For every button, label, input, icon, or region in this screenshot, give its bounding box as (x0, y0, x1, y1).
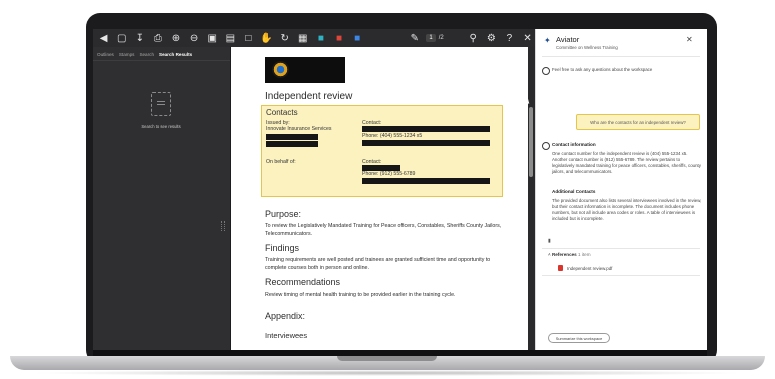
close-icon[interactable]: ✕ (520, 30, 535, 46)
scrollbar-track[interactable] (528, 47, 535, 350)
additional-contacts-title: Additional Contacts (552, 189, 596, 194)
references-label: References (551, 252, 577, 257)
logo-emblem-icon (272, 61, 289, 78)
pdf-toolbar: ◀ ▢ ↧ ⎙ ⊕ ⊖ ▣ ▤ □ ✋ ↻ ▦ ■ ■ ■ ✎ 1 /2 ⚲ ⚙… (93, 29, 535, 47)
tab-search[interactable]: Search (139, 52, 154, 57)
aviator-logo-icon: ✦ (544, 36, 551, 45)
download-icon[interactable]: ↧ (132, 30, 147, 46)
chevron-up-icon: ˄ (548, 252, 551, 257)
reference-item[interactable]: Independent review.pdf (558, 265, 612, 271)
interviewees-heading: Interviewees (265, 331, 308, 340)
document-heading: Independent review (265, 91, 353, 102)
user-question-text: Who are the contacts for an independent … (590, 119, 686, 125)
contacts-highlight[interactable]: Contacts Issued by: Innovate Insurance S… (261, 105, 503, 197)
redaction-bar (362, 178, 490, 184)
redaction-bar (266, 134, 318, 140)
red-app-icon[interactable]: ■ (331, 30, 346, 46)
copy-icon[interactable]: ▮ (548, 238, 551, 244)
issuer-name: Innovate Insurance Services (266, 126, 332, 132)
signature-icon[interactable]: ✎ (407, 30, 422, 46)
zoom-out-icon[interactable]: ⊖ (187, 30, 202, 46)
print-icon[interactable]: ⎙ (150, 30, 165, 46)
summarize-workspace-button[interactable]: Summarize this workspace (548, 333, 610, 343)
aviator-answer-icon (542, 142, 550, 150)
blue-app-icon[interactable]: ■ (350, 30, 365, 46)
contact-2-phone: Phone: (912) 555-6789 (362, 171, 416, 177)
tab-outlines[interactable]: Outlines (97, 52, 114, 57)
prompt-hint: Feel free to ask any questions about the… (552, 67, 653, 72)
info-icon (542, 67, 550, 75)
empty-search-state: Search to see results (131, 92, 191, 129)
contact-1-phone: Phone: (404) 555-1234 x5 (362, 133, 423, 139)
reference-filename: Independent review.pdf (567, 265, 613, 271)
rotate-icon[interactable]: ↻ (277, 30, 292, 46)
scrollbar-thumb[interactable] (529, 107, 533, 177)
findings-text: Training requirements are well posted an… (265, 257, 491, 271)
page-indicator: 1 /2 (426, 34, 444, 42)
left-panel: Outlines Stamps Search Search Results Se… (93, 47, 230, 350)
recommendations-text: Review timing of mental health training … (265, 292, 456, 298)
empty-search-text: Search to see results (141, 124, 181, 129)
references-header[interactable]: ˄ References 1 item (548, 252, 591, 257)
laptop-shadow (30, 370, 745, 376)
contacts-title: Contacts (266, 108, 298, 117)
zoom-in-icon[interactable]: ⊕ (168, 30, 183, 46)
close-icon[interactable]: ✕ (686, 35, 693, 44)
crop-icon[interactable]: ▦ (295, 30, 310, 46)
fit-icon[interactable]: ▣ (205, 30, 220, 46)
help-icon[interactable]: ? (502, 30, 517, 46)
pdf-page: Independent review Contacts Issued by: I… (231, 47, 528, 350)
answer-text: One contact number for the independent r… (552, 151, 701, 174)
aviator-panel: ✦ Aviator Committee on Wellness Training… (535, 29, 707, 350)
page-current-field[interactable]: 1 (426, 34, 436, 42)
left-panel-tabs: Outlines Stamps Search Search Results (93, 47, 230, 61)
tab-stamps[interactable]: Stamps (119, 52, 135, 57)
document-viewer: Independent review Contacts Issued by: I… (231, 47, 535, 350)
divider (542, 56, 700, 57)
document-search-icon (151, 92, 171, 116)
references-count: 1 item (578, 252, 591, 257)
aviator-subtitle: Committee on Wellness Training (556, 45, 618, 50)
appendix-heading: Appendix: (265, 311, 306, 321)
tab-search-results[interactable]: Search Results (159, 52, 192, 57)
purpose-heading: Purpose: (265, 209, 302, 219)
divider (542, 275, 700, 276)
page-total: /2 (438, 35, 444, 41)
page-view-icon[interactable]: ▤ (223, 30, 238, 46)
recommendations-heading: Recommendations (265, 277, 341, 287)
redaction-bar (362, 126, 490, 132)
search-icon[interactable]: ⚲ (466, 30, 481, 46)
findings-heading: Findings (265, 243, 300, 253)
hand-icon[interactable]: ✋ (259, 30, 274, 46)
gear-icon[interactable]: ⚙ (484, 30, 499, 46)
two-page-icon[interactable]: □ (241, 30, 256, 46)
answer-title: Contact information (552, 142, 596, 147)
panel-icon[interactable]: ◀ (96, 30, 111, 46)
screen-bezel-bottom (93, 350, 707, 356)
aviator-title: Aviator (556, 35, 580, 44)
screen: ◀ ▢ ↧ ⎙ ⊕ ⊖ ▣ ▤ □ ✋ ↻ ▦ ■ ■ ■ ✎ 1 /2 ⚲ ⚙… (93, 29, 707, 350)
redaction-bar (362, 140, 490, 146)
user-question-bubble: Who are the contacts for an independent … (576, 114, 700, 130)
panel-resize-handle[interactable] (221, 221, 225, 231)
sidebar-icon[interactable]: ▢ (114, 30, 129, 46)
laptop-notch (337, 356, 437, 361)
teal-app-icon[interactable]: ■ (313, 30, 328, 46)
pdf-file-icon (558, 265, 563, 271)
additional-contacts-text: The provided document also lists several… (552, 198, 702, 221)
redaction-bar (266, 141, 318, 147)
on-behalf-label: On behalf of: (266, 159, 296, 165)
purpose-text: To review the Legislatively Mandated Tra… (265, 223, 502, 237)
divider (542, 248, 700, 249)
company-logo (265, 57, 345, 83)
